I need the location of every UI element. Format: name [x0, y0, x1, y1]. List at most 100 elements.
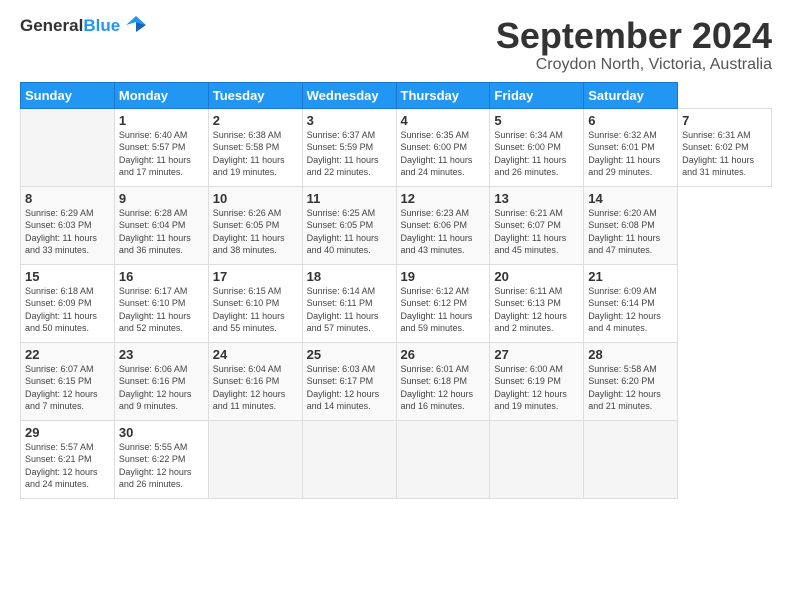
- calendar-day-11: 11Sunrise: 6:25 AM Sunset: 6:05 PM Dayli…: [302, 186, 396, 264]
- day-info: Sunrise: 6:31 AM Sunset: 6:02 PM Dayligh…: [682, 129, 767, 179]
- day-number: 7: [682, 113, 767, 128]
- calendar-table: SundayMondayTuesdayWednesdayThursdayFrid…: [20, 82, 772, 499]
- calendar-week-2: 8Sunrise: 6:29 AM Sunset: 6:03 PM Daylig…: [21, 186, 772, 264]
- day-number: 26: [401, 347, 486, 362]
- day-info: Sunrise: 6:37 AM Sunset: 5:59 PM Dayligh…: [307, 129, 392, 179]
- calendar-day-9: 9Sunrise: 6:28 AM Sunset: 6:04 PM Daylig…: [114, 186, 208, 264]
- calendar-day-8: 8Sunrise: 6:29 AM Sunset: 6:03 PM Daylig…: [21, 186, 115, 264]
- logo-bird-icon: [122, 14, 150, 36]
- day-info: Sunrise: 6:03 AM Sunset: 6:17 PM Dayligh…: [307, 363, 392, 413]
- day-info: Sunrise: 6:26 AM Sunset: 6:05 PM Dayligh…: [213, 207, 298, 257]
- day-info: Sunrise: 6:35 AM Sunset: 6:00 PM Dayligh…: [401, 129, 486, 179]
- column-header-tuesday: Tuesday: [208, 82, 302, 108]
- calendar-day-10: 10Sunrise: 6:26 AM Sunset: 6:05 PM Dayli…: [208, 186, 302, 264]
- column-header-wednesday: Wednesday: [302, 82, 396, 108]
- day-info: Sunrise: 5:57 AM Sunset: 6:21 PM Dayligh…: [25, 441, 110, 491]
- calendar-week-3: 15Sunrise: 6:18 AM Sunset: 6:09 PM Dayli…: [21, 264, 772, 342]
- day-number: 3: [307, 113, 392, 128]
- day-number: 18: [307, 269, 392, 284]
- day-info: Sunrise: 6:14 AM Sunset: 6:11 PM Dayligh…: [307, 285, 392, 335]
- day-info: Sunrise: 6:32 AM Sunset: 6:01 PM Dayligh…: [588, 129, 673, 179]
- calendar-day-22: 22Sunrise: 6:07 AM Sunset: 6:15 PM Dayli…: [21, 342, 115, 420]
- calendar-day-5: 5Sunrise: 6:34 AM Sunset: 6:00 PM Daylig…: [490, 108, 584, 186]
- day-info: Sunrise: 6:21 AM Sunset: 6:07 PM Dayligh…: [494, 207, 579, 257]
- day-info: Sunrise: 6:28 AM Sunset: 6:04 PM Dayligh…: [119, 207, 204, 257]
- day-info: Sunrise: 6:01 AM Sunset: 6:18 PM Dayligh…: [401, 363, 486, 413]
- day-info: Sunrise: 5:58 AM Sunset: 6:20 PM Dayligh…: [588, 363, 673, 413]
- calendar-day-23: 23Sunrise: 6:06 AM Sunset: 6:16 PM Dayli…: [114, 342, 208, 420]
- day-number: 9: [119, 191, 204, 206]
- calendar-day-3: 3Sunrise: 6:37 AM Sunset: 5:59 PM Daylig…: [302, 108, 396, 186]
- calendar-day-19: 19Sunrise: 6:12 AM Sunset: 6:12 PM Dayli…: [396, 264, 490, 342]
- calendar-day-18: 18Sunrise: 6:14 AM Sunset: 6:11 PM Dayli…: [302, 264, 396, 342]
- calendar-day-empty: [396, 420, 490, 498]
- day-number: 20: [494, 269, 579, 284]
- calendar-day-1: 1Sunrise: 6:40 AM Sunset: 5:57 PM Daylig…: [114, 108, 208, 186]
- day-number: 17: [213, 269, 298, 284]
- calendar-day-empty: [208, 420, 302, 498]
- day-number: 11: [307, 191, 392, 206]
- day-info: Sunrise: 6:06 AM Sunset: 6:16 PM Dayligh…: [119, 363, 204, 413]
- day-number: 13: [494, 191, 579, 206]
- logo-text: GeneralBlue: [20, 16, 120, 36]
- calendar-day-12: 12Sunrise: 6:23 AM Sunset: 6:06 PM Dayli…: [396, 186, 490, 264]
- day-info: Sunrise: 6:23 AM Sunset: 6:06 PM Dayligh…: [401, 207, 486, 257]
- calendar-day-24: 24Sunrise: 6:04 AM Sunset: 6:16 PM Dayli…: [208, 342, 302, 420]
- empty-cell: [21, 108, 115, 186]
- calendar-day-29: 29Sunrise: 5:57 AM Sunset: 6:21 PM Dayli…: [21, 420, 115, 498]
- calendar-day-6: 6Sunrise: 6:32 AM Sunset: 6:01 PM Daylig…: [584, 108, 678, 186]
- calendar-day-4: 4Sunrise: 6:35 AM Sunset: 6:00 PM Daylig…: [396, 108, 490, 186]
- day-number: 10: [213, 191, 298, 206]
- day-number: 19: [401, 269, 486, 284]
- calendar-day-30: 30Sunrise: 5:55 AM Sunset: 6:22 PM Dayli…: [114, 420, 208, 498]
- day-number: 16: [119, 269, 204, 284]
- calendar-day-28: 28Sunrise: 5:58 AM Sunset: 6:20 PM Dayli…: [584, 342, 678, 420]
- day-info: Sunrise: 6:11 AM Sunset: 6:13 PM Dayligh…: [494, 285, 579, 335]
- header-row: SundayMondayTuesdayWednesdayThursdayFrid…: [21, 82, 772, 108]
- day-number: 2: [213, 113, 298, 128]
- calendar-day-15: 15Sunrise: 6:18 AM Sunset: 6:09 PM Dayli…: [21, 264, 115, 342]
- column-header-sunday: Sunday: [21, 82, 115, 108]
- calendar-title: September 2024: [496, 16, 772, 56]
- calendar-day-17: 17Sunrise: 6:15 AM Sunset: 6:10 PM Dayli…: [208, 264, 302, 342]
- calendar-day-27: 27Sunrise: 6:00 AM Sunset: 6:19 PM Dayli…: [490, 342, 584, 420]
- day-info: Sunrise: 6:04 AM Sunset: 6:16 PM Dayligh…: [213, 363, 298, 413]
- header-area: GeneralBlue September 2024 Croydon North…: [20, 16, 772, 74]
- day-info: Sunrise: 6:18 AM Sunset: 6:09 PM Dayligh…: [25, 285, 110, 335]
- calendar-day-16: 16Sunrise: 6:17 AM Sunset: 6:10 PM Dayli…: [114, 264, 208, 342]
- day-number: 29: [25, 425, 110, 440]
- day-number: 22: [25, 347, 110, 362]
- day-number: 24: [213, 347, 298, 362]
- calendar-day-empty: [584, 420, 678, 498]
- day-info: Sunrise: 5:55 AM Sunset: 6:22 PM Dayligh…: [119, 441, 204, 491]
- day-number: 12: [401, 191, 486, 206]
- day-number: 4: [401, 113, 486, 128]
- column-header-saturday: Saturday: [584, 82, 678, 108]
- calendar-week-5: 29Sunrise: 5:57 AM Sunset: 6:21 PM Dayli…: [21, 420, 772, 498]
- day-info: Sunrise: 6:34 AM Sunset: 6:00 PM Dayligh…: [494, 129, 579, 179]
- calendar-subtitle: Croydon North, Victoria, Australia: [496, 56, 772, 74]
- day-info: Sunrise: 6:09 AM Sunset: 6:14 PM Dayligh…: [588, 285, 673, 335]
- calendar-week-1: 1Sunrise: 6:40 AM Sunset: 5:57 PM Daylig…: [21, 108, 772, 186]
- day-number: 8: [25, 191, 110, 206]
- day-info: Sunrise: 6:07 AM Sunset: 6:15 PM Dayligh…: [25, 363, 110, 413]
- column-header-thursday: Thursday: [396, 82, 490, 108]
- calendar-day-13: 13Sunrise: 6:21 AM Sunset: 6:07 PM Dayli…: [490, 186, 584, 264]
- day-info: Sunrise: 6:20 AM Sunset: 6:08 PM Dayligh…: [588, 207, 673, 257]
- calendar-day-7: 7Sunrise: 6:31 AM Sunset: 6:02 PM Daylig…: [678, 108, 772, 186]
- calendar-day-2: 2Sunrise: 6:38 AM Sunset: 5:58 PM Daylig…: [208, 108, 302, 186]
- day-number: 14: [588, 191, 673, 206]
- calendar-day-21: 21Sunrise: 6:09 AM Sunset: 6:14 PM Dayli…: [584, 264, 678, 342]
- calendar-day-26: 26Sunrise: 6:01 AM Sunset: 6:18 PM Dayli…: [396, 342, 490, 420]
- calendar-day-14: 14Sunrise: 6:20 AM Sunset: 6:08 PM Dayli…: [584, 186, 678, 264]
- day-number: 28: [588, 347, 673, 362]
- day-info: Sunrise: 6:25 AM Sunset: 6:05 PM Dayligh…: [307, 207, 392, 257]
- day-number: 21: [588, 269, 673, 284]
- column-header-friday: Friday: [490, 82, 584, 108]
- day-number: 5: [494, 113, 579, 128]
- day-info: Sunrise: 6:00 AM Sunset: 6:19 PM Dayligh…: [494, 363, 579, 413]
- day-number: 15: [25, 269, 110, 284]
- day-number: 27: [494, 347, 579, 362]
- day-info: Sunrise: 6:29 AM Sunset: 6:03 PM Dayligh…: [25, 207, 110, 257]
- day-number: 23: [119, 347, 204, 362]
